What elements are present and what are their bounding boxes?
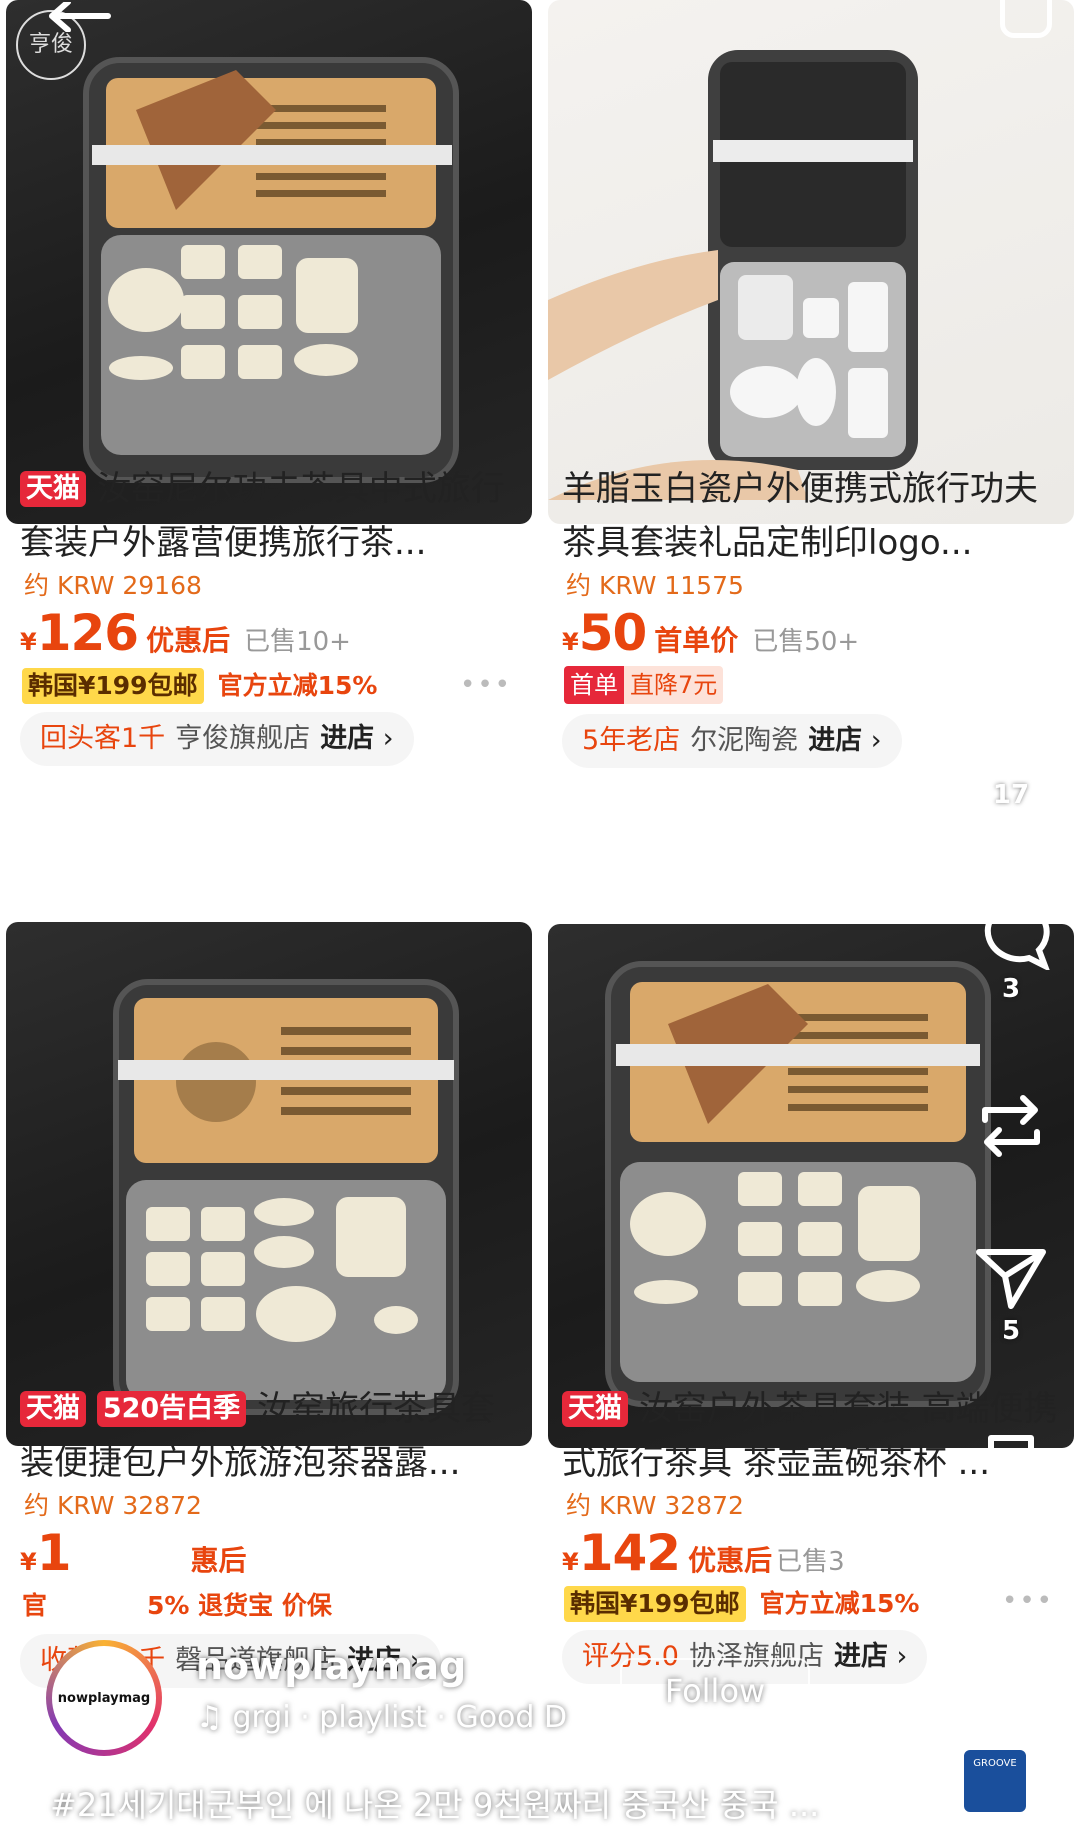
comment-count: 3 xyxy=(1001,974,1021,1004)
sold-count: 已售10+ xyxy=(244,627,351,657)
repost-icon xyxy=(982,1095,1040,1157)
save-button[interactable] xyxy=(966,1432,1056,1506)
product-title[interactable]: 天猫 汝窑尼尔功夫茶具中式旅行套装户外露营便携旅行茶... xyxy=(20,462,520,570)
chevron-right-icon: › xyxy=(896,1641,908,1672)
price: 50 xyxy=(578,604,648,662)
first-order-tag: 首单 直降7元 xyxy=(564,666,724,704)
promo-row: 韩国¥199包邮 官方立减15% xyxy=(564,1584,919,1622)
price-row: ¥126 优惠后 已售10+ xyxy=(20,604,351,664)
more-options-button[interactable]: • • • xyxy=(966,1622,1056,1684)
price: 1 xyxy=(36,1524,72,1582)
discount-text: 官方立减15% xyxy=(217,671,378,700)
price-row: ¥1 惠后 xyxy=(20,1524,247,1584)
price-label: 首单价 xyxy=(654,624,739,657)
promo-tag: 官 xyxy=(22,1591,48,1620)
price-label: 惠后 xyxy=(190,1544,247,1577)
avatar[interactable]: nowplaymag xyxy=(46,1640,162,1756)
album-art[interactable]: GROOVE xyxy=(960,1746,1030,1816)
avatar-text: nowplaymag xyxy=(52,1646,156,1750)
shipping-tag: 韩国¥199包邮 xyxy=(564,1586,746,1622)
krw-price: 约 KRW 32872 xyxy=(566,1491,744,1520)
heart-icon xyxy=(971,701,1051,774)
product-image[interactable] xyxy=(548,0,1074,524)
more-vertical-icon: • • • xyxy=(1000,1619,1022,1687)
price: 126 xyxy=(36,604,139,662)
camera-icon[interactable] xyxy=(1000,0,1052,38)
tmall-badge: 天猫 xyxy=(20,471,86,507)
like-button[interactable]: 17 xyxy=(966,701,1056,810)
product-image[interactable]: 亨俊 xyxy=(6,0,532,524)
tmall-badge: 天猫 xyxy=(562,1391,628,1427)
promo-row: 韩国¥199包邮 官方立减15% xyxy=(22,666,377,704)
follow-button[interactable]: Follow xyxy=(620,1658,810,1724)
krw-price: 约 KRW 32872 xyxy=(24,1491,202,1520)
krw-price: 约 KRW 11575 xyxy=(566,571,744,600)
tmall-badge: 天猫 xyxy=(20,1391,86,1427)
yen-symbol: ¥ xyxy=(562,628,579,656)
like-count: 17 xyxy=(992,780,1030,810)
comment-icon xyxy=(984,900,1051,973)
product-title[interactable]: 羊脂玉白瓷户外便携式旅行功夫茶具套装礼品定制印logo... xyxy=(562,462,1062,570)
product-title[interactable]: 天猫 520告白季 汝窑旅行茶具套装便捷包户外旅游泡茶器露... xyxy=(20,1382,520,1490)
caption[interactable]: #21세기대군부인 에 나온 2만 9천원짜리 중국산 중국 ... xyxy=(50,1780,819,1826)
discount-text: 5% 退货宝 价保 xyxy=(147,1591,332,1620)
tea-set-case-illustration xyxy=(548,50,918,500)
krw-price: 约 KRW 29168 xyxy=(24,571,202,600)
music-info[interactable]: ♫ grgi · playlist · Good D xyxy=(196,1700,567,1735)
shipping-tag: 韩国¥199包邮 xyxy=(22,668,204,704)
chevron-right-icon: › xyxy=(870,725,882,756)
promo-row: 首单 直降7元 xyxy=(564,666,724,704)
price-row: ¥50 首单价 已售50+ xyxy=(562,604,859,664)
sold-count: 已售50+ xyxy=(752,627,860,657)
yen-symbol: ¥ xyxy=(562,1548,579,1576)
store-link[interactable]: 回头客1千 亨俊旗舰店 进店 › xyxy=(20,712,414,766)
more-icon[interactable]: ••• xyxy=(460,670,512,700)
share-button[interactable]: 5 xyxy=(966,1242,1056,1346)
share-count: 5 xyxy=(1001,1316,1021,1346)
comment-button[interactable]: 3 xyxy=(966,898,1056,1004)
promo-row: 官 5% 退货宝 价保 xyxy=(22,1586,332,1624)
event-badge: 520告白季 xyxy=(96,1391,247,1427)
music-note-icon: ♫ xyxy=(196,1700,233,1735)
send-icon xyxy=(976,1249,1046,1309)
store-link[interactable]: 5年老店 尔泥陶瓷 进店 › xyxy=(562,714,902,768)
price-label: 优惠后 xyxy=(688,1544,773,1577)
back-arrow-icon[interactable] xyxy=(44,0,114,33)
price-label: 优惠后 xyxy=(146,624,231,657)
username[interactable]: nowplaymag xyxy=(196,1644,466,1688)
sold-count: 已售3 xyxy=(776,1547,845,1577)
discount-text: 官方立减15% xyxy=(759,1589,920,1618)
price: 142 xyxy=(578,1524,681,1582)
chevron-right-icon: › xyxy=(382,723,394,754)
tea-set-case-illustration xyxy=(113,979,459,1415)
price-row: ¥142 优惠后 已售3 xyxy=(562,1524,845,1584)
repost-button[interactable] xyxy=(966,1086,1056,1170)
tea-set-case-illustration xyxy=(83,57,459,483)
product-image[interactable] xyxy=(6,922,532,1446)
more-icon[interactable]: ••• xyxy=(1002,1586,1054,1616)
yen-symbol: ¥ xyxy=(20,1548,37,1576)
bookmark-icon xyxy=(988,1435,1034,1499)
yen-symbol: ¥ xyxy=(20,628,37,656)
